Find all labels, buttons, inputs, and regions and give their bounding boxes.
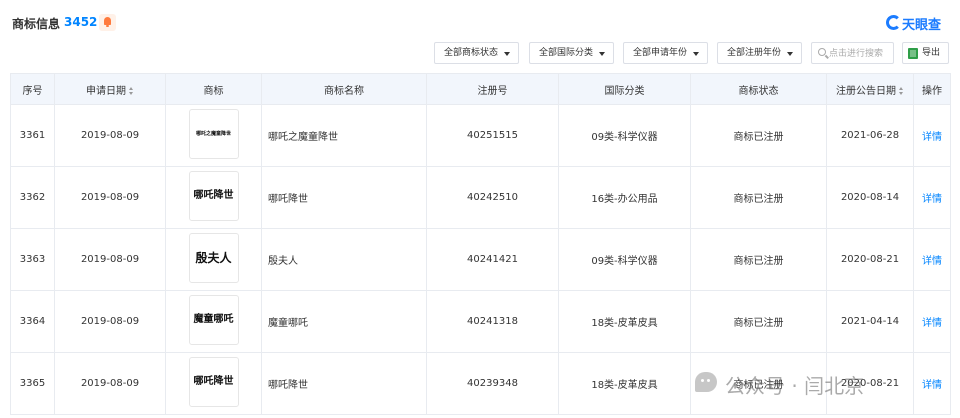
cell-name: 哪吒降世 bbox=[261, 352, 427, 415]
page-header: 商标信息 3452 天眼查 bbox=[0, 0, 960, 44]
detail-link[interactable]: 详情 bbox=[922, 318, 942, 329]
filter-bar: 全部商标状态 全部国际分类 全部申请年份 全部注册年份 导出 bbox=[0, 42, 960, 64]
cell-action: 详情 bbox=[913, 104, 951, 167]
apply-year-filter-dropdown[interactable]: 全部申请年份 bbox=[623, 42, 708, 64]
caret-down-icon bbox=[693, 52, 699, 56]
col-header-index: 序号 bbox=[10, 73, 55, 105]
cell-action: 详情 bbox=[913, 352, 951, 415]
intl-class-filter-label: 全部国际分类 bbox=[539, 48, 594, 58]
table-row: 3364 2019-08-09 魔童哪吒 魔童哪吒 40241318 18类-皮… bbox=[10, 290, 951, 353]
detail-link[interactable]: 详情 bbox=[922, 194, 942, 205]
caret-down-icon bbox=[504, 52, 510, 56]
cell-index: 3365 bbox=[10, 352, 55, 415]
table-row: 3361 2019-08-09 哪吒之魔童降世 哪吒之魔童降世 40251515… bbox=[10, 104, 951, 167]
apply-year-filter-label: 全部申请年份 bbox=[633, 48, 688, 58]
cell-intl-class: 09类-科学仪器 bbox=[558, 228, 691, 291]
export-button[interactable]: 导出 bbox=[902, 42, 949, 64]
cell-action: 详情 bbox=[913, 166, 951, 229]
status-filter-label: 全部商标状态 bbox=[444, 48, 499, 58]
col-header-name: 商标名称 bbox=[261, 73, 427, 105]
cell-apply-date: 2019-08-09 bbox=[54, 290, 166, 353]
col-header-trademark: 商标 bbox=[165, 73, 262, 105]
cell-status: 商标已注册 bbox=[690, 104, 827, 167]
section-title: 商标信息 bbox=[12, 17, 61, 31]
wechat-icon bbox=[695, 372, 717, 392]
cell-trademark: 哪吒之魔童降世 bbox=[165, 104, 262, 167]
col-header-reg-no: 注册号 bbox=[426, 73, 559, 105]
caret-down-icon bbox=[599, 52, 605, 56]
cell-apply-date: 2019-08-09 bbox=[54, 104, 166, 167]
reg-year-filter-dropdown[interactable]: 全部注册年份 bbox=[717, 42, 802, 64]
detail-link[interactable]: 详情 bbox=[922, 380, 942, 391]
logo-text: 天眼查 bbox=[902, 18, 942, 33]
cell-name: 哪吒之魔童降世 bbox=[261, 104, 427, 167]
detail-link[interactable]: 详情 bbox=[922, 256, 942, 267]
cell-trademark: 哪吒降世 bbox=[165, 166, 262, 229]
trademark-image[interactable]: 哪吒之魔童降世 bbox=[188, 109, 239, 159]
cell-announce-date: 2021-04-14 bbox=[826, 290, 914, 353]
cell-name: 魔童哪吒 bbox=[261, 290, 427, 353]
sort-icon[interactable] bbox=[899, 86, 904, 95]
col-header-action: 操作 bbox=[913, 73, 951, 105]
cell-trademark: 殷夫人 bbox=[165, 228, 262, 291]
cell-index: 3361 bbox=[10, 104, 55, 167]
cell-reg-no: 40242510 bbox=[426, 166, 559, 229]
sort-icon[interactable] bbox=[129, 86, 134, 95]
cell-intl-class: 18类-皮革皮具 bbox=[558, 290, 691, 353]
cell-index: 3363 bbox=[10, 228, 55, 291]
cell-index: 3362 bbox=[10, 166, 55, 229]
search-icon bbox=[818, 48, 826, 56]
table-header-row: 序号 申请日期 商标 商标名称 注册号 国际分类 商标状态 注册公告日期 操作 bbox=[10, 73, 951, 105]
cell-reg-no: 40241318 bbox=[426, 290, 559, 353]
col-header-status: 商标状态 bbox=[690, 73, 827, 105]
cell-name: 殷夫人 bbox=[261, 228, 427, 291]
cell-announce-date: 2020-08-14 bbox=[826, 166, 914, 229]
cell-announce-date: 2020-08-21 bbox=[826, 228, 914, 291]
cell-index: 3364 bbox=[10, 290, 55, 353]
caret-down-icon bbox=[787, 52, 793, 56]
bell-icon[interactable] bbox=[99, 14, 116, 31]
export-label: 导出 bbox=[922, 48, 941, 58]
cell-intl-class: 16类-办公用品 bbox=[558, 166, 691, 229]
cell-trademark: 哪吒降世 bbox=[165, 352, 262, 415]
cell-status: 商标已注册 bbox=[690, 166, 827, 229]
cell-intl-class: 18类-皮革皮具 bbox=[558, 352, 691, 415]
cell-trademark: 魔童哪吒 bbox=[165, 290, 262, 353]
status-filter-dropdown[interactable]: 全部商标状态 bbox=[434, 42, 519, 64]
cell-name: 哪吒降世 bbox=[261, 166, 427, 229]
reg-year-filter-label: 全部注册年份 bbox=[727, 48, 782, 58]
cell-apply-date: 2019-08-09 bbox=[54, 352, 166, 415]
cell-action: 详情 bbox=[913, 228, 951, 291]
trademark-count: 3452 bbox=[64, 15, 98, 29]
cell-apply-date: 2019-08-09 bbox=[54, 228, 166, 291]
trademark-image[interactable]: 魔童哪吒 bbox=[188, 295, 239, 345]
cell-announce-date: 2021-06-28 bbox=[826, 104, 914, 167]
col-header-announce-date[interactable]: 注册公告日期 bbox=[826, 73, 914, 105]
col-header-apply-date[interactable]: 申请日期 bbox=[54, 73, 166, 105]
cell-status: 商标已注册 bbox=[690, 290, 827, 353]
cell-action: 详情 bbox=[913, 290, 951, 353]
eye-logo-icon bbox=[886, 15, 901, 30]
excel-icon bbox=[908, 48, 918, 59]
cell-apply-date: 2019-08-09 bbox=[54, 166, 166, 229]
intl-class-filter-dropdown[interactable]: 全部国际分类 bbox=[529, 42, 614, 64]
trademark-table: 序号 申请日期 商标 商标名称 注册号 国际分类 商标状态 注册公告日期 操作 … bbox=[10, 73, 951, 415]
col-header-intl-class: 国际分类 bbox=[558, 73, 691, 105]
search-input[interactable] bbox=[829, 46, 893, 61]
table-row: 3363 2019-08-09 殷夫人 殷夫人 40241421 09类-科学仪… bbox=[10, 228, 951, 291]
search-box[interactable] bbox=[811, 42, 894, 64]
cell-reg-no: 40241421 bbox=[426, 228, 559, 291]
cell-status: 商标已注册 bbox=[690, 228, 827, 291]
cell-intl-class: 09类-科学仪器 bbox=[558, 104, 691, 167]
detail-link[interactable]: 详情 bbox=[922, 132, 942, 143]
watermark-text: 公众号 · 闫北京 bbox=[725, 374, 865, 398]
trademark-image[interactable]: 殷夫人 bbox=[188, 233, 239, 283]
trademark-image[interactable]: 哪吒降世 bbox=[188, 357, 239, 407]
cell-reg-no: 40239348 bbox=[426, 352, 559, 415]
table-row: 3362 2019-08-09 哪吒降世 哪吒降世 40242510 16类-办… bbox=[10, 166, 951, 229]
trademark-image[interactable]: 哪吒降世 bbox=[188, 171, 239, 221]
cell-reg-no: 40251515 bbox=[426, 104, 559, 167]
